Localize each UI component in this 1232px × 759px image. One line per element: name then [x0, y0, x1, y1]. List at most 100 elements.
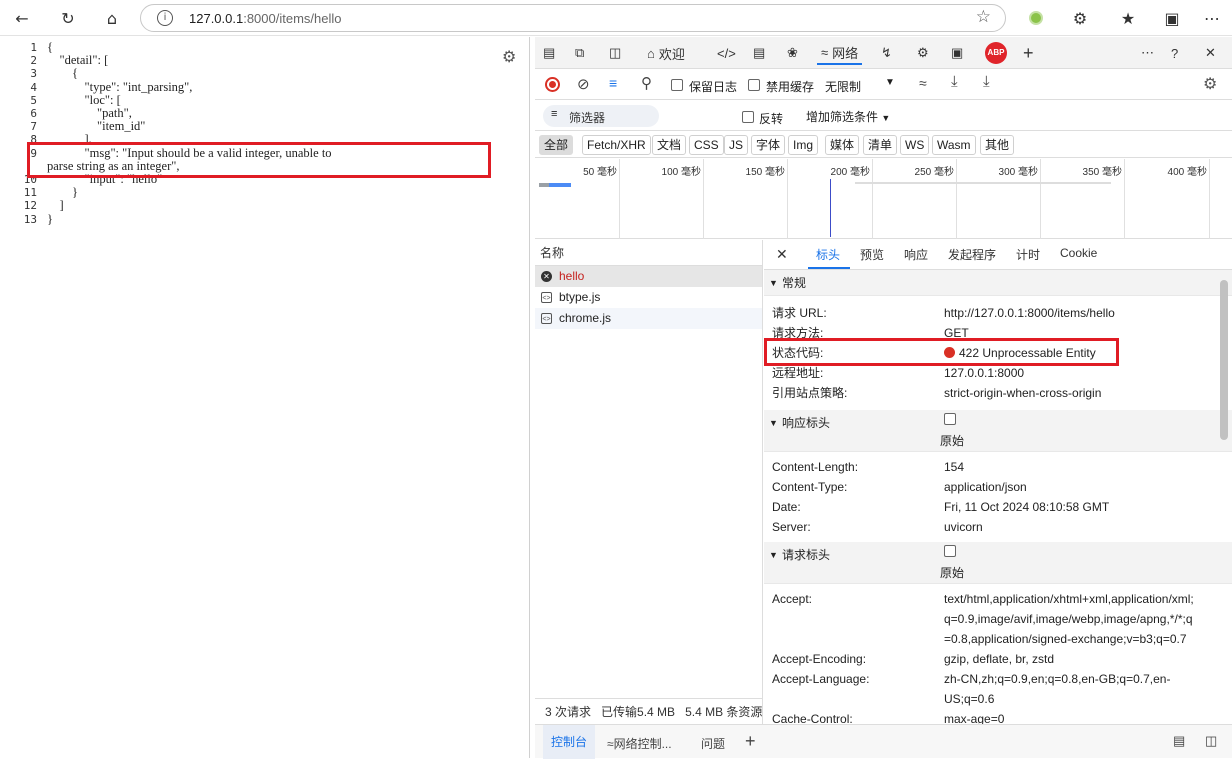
adblock-icon[interactable]: ABP	[985, 41, 1007, 65]
type-font[interactable]: 字体	[751, 135, 786, 155]
sidebar-icon[interactable]: ◫	[609, 41, 621, 65]
profile-status-icon[interactable]	[1024, 6, 1048, 30]
address-bar[interactable]: i 127.0.0.1:8000/items/hello ☆	[140, 4, 1006, 32]
tab-cookie[interactable]: Cookie	[1060, 246, 1097, 260]
raw-checkbox[interactable]	[944, 413, 956, 425]
type-js[interactable]: JS	[724, 135, 749, 155]
code-line: {	[47, 66, 78, 81]
raw-checkbox[interactable]	[944, 545, 956, 557]
filter-input[interactable]: ≡ 筛选器	[543, 105, 659, 127]
filter-icon[interactable]: ≡	[609, 75, 617, 91]
tab-console[interactable]: 控制台	[543, 725, 595, 759]
memory-icon[interactable]: ⚙	[917, 41, 929, 65]
timeline-tick	[703, 159, 704, 239]
header-row-cont: q=0.9,image/avif,image/webp,image/apng,*…	[944, 612, 1193, 626]
type-all[interactable]: 全部	[539, 135, 574, 155]
application-icon[interactable]: ▣	[951, 41, 963, 65]
gear-icon[interactable]: ⚙	[502, 47, 522, 67]
add-tab-icon[interactable]: +	[1023, 41, 1034, 65]
highlight-status	[764, 338, 1119, 366]
header-row: Accept-Language: zh-CN,zh;q=0.9,en;q=0.8,…	[772, 672, 1171, 686]
tab-response[interactable]: 响应	[904, 246, 928, 263]
help-icon[interactable]: ?	[1171, 41, 1178, 65]
type-media[interactable]: 媒体	[825, 135, 860, 155]
preserve-log-checkbox[interactable]	[671, 79, 683, 91]
scrollbar-thumb[interactable]	[1220, 280, 1228, 440]
record-icon[interactable]	[545, 77, 560, 92]
response-headers-section[interactable]: ▼ 响应标头 原始	[764, 410, 1232, 452]
upload-icon[interactable]: ⤓	[951, 73, 958, 90]
undock-icon[interactable]: ◫	[1205, 733, 1217, 749]
type-img[interactable]: Img	[788, 135, 819, 155]
general-section-header[interactable]: ▼ 常规	[764, 270, 1232, 296]
type-other[interactable]: 其他	[980, 135, 1015, 155]
network-timeline: 50 毫秒 100 毫秒 150 毫秒 200 毫秒 250 毫秒 300 毫秒…	[535, 159, 1232, 239]
close-icon[interactable]: ✕	[1205, 41, 1216, 65]
favorites-icon[interactable]: ★	[1116, 6, 1140, 30]
type-css[interactable]: CSS	[689, 135, 724, 155]
add-tab-icon[interactable]: +	[745, 731, 756, 752]
tab-timing[interactable]: 计时	[1016, 246, 1040, 263]
bug-icon[interactable]: ❀	[787, 41, 798, 65]
more-filters-button[interactable]: 增加筛选条件 ▼	[806, 108, 890, 125]
refresh-icon[interactable]: ↻	[56, 6, 80, 30]
request-row-chrome[interactable]: <> chrome.js	[535, 308, 762, 329]
inspect-icon[interactable]: ⧉	[575, 41, 584, 65]
gear-icon[interactable]: ⚙	[1203, 74, 1217, 94]
line-number: 2	[30, 54, 37, 68]
chevron-down-icon[interactable]: ▼	[885, 77, 895, 88]
type-fetch-xhr[interactable]: Fetch/XHR	[582, 135, 651, 155]
browser-toolbar: ← ↻ ⌂ i 127.0.0.1:8000/items/hello ☆ ⚙ ★…	[0, 0, 1232, 36]
tab-issues[interactable]: 问题	[701, 735, 725, 752]
detail-scrollbar[interactable]	[1218, 270, 1230, 720]
info-icon[interactable]: i	[157, 10, 173, 26]
network-conditions-icon[interactable]: ≈	[919, 75, 927, 91]
type-ws[interactable]: WS	[900, 135, 930, 155]
close-icon[interactable]: ✕	[776, 246, 788, 263]
download-icon[interactable]: ⤓	[983, 73, 990, 90]
header-row: Date: Fri, 11 Oct 2024 08:10:58 GMT	[772, 500, 1110, 514]
more-icon[interactable]: ⋯	[1141, 41, 1154, 65]
home-icon: ⌂	[647, 45, 655, 61]
clear-icon[interactable]: ⊘	[577, 75, 590, 93]
json-viewer: 1{2 "detail": [3 {4 "type": "int_parsing…	[0, 37, 530, 758]
timeline-label: 150 毫秒	[745, 167, 785, 178]
line-number: 3	[30, 67, 37, 81]
search-icon[interactable]: ⚲	[641, 74, 652, 92]
request-summary: 3 次请求 已传输5.4 MB 5.4 MB 条资源	[535, 698, 763, 724]
disable-cache-label: 禁用缓存	[766, 80, 815, 94]
elements-icon[interactable]: </>	[717, 41, 736, 65]
script-icon: <>	[541, 292, 552, 303]
more-icon[interactable]: ⋯	[1200, 6, 1224, 30]
tab-network-conditions[interactable]: ≈网络控制...	[607, 735, 672, 752]
collections-icon[interactable]: ▣	[1160, 6, 1184, 30]
device-icon[interactable]: ▤	[543, 41, 555, 65]
tab-welcome[interactable]: ⌂ 欢迎	[647, 41, 685, 65]
home-icon[interactable]: ⌂	[100, 6, 124, 30]
console-icon[interactable]: ▤	[753, 41, 765, 65]
tab-initiator[interactable]: 发起程序	[948, 246, 996, 263]
timeline-tick	[956, 159, 957, 239]
tab-headers[interactable]: 标头	[816, 246, 840, 263]
type-doc[interactable]: 文档	[652, 135, 687, 155]
header-row: Content-Type: application/json	[772, 480, 1027, 494]
request-headers-section[interactable]: ▼ 请求标头 原始	[764, 542, 1232, 584]
tab-network[interactable]: ≈ 网络	[817, 41, 863, 65]
throttle-select[interactable]: 无限制	[825, 78, 861, 95]
tab-preview[interactable]: 预览	[860, 246, 884, 263]
collapse-icon: ▼	[769, 418, 778, 428]
dock-icon[interactable]: ▤	[1173, 733, 1185, 749]
script-icon: <>	[541, 313, 552, 324]
request-row-hello[interactable]: ✕ hello	[535, 266, 762, 287]
type-manifest[interactable]: 清单	[863, 135, 898, 155]
invert-label: 反转	[759, 112, 784, 126]
star-icon[interactable]: ☆	[976, 7, 991, 27]
request-row-btype[interactable]: <> btype.js	[535, 287, 762, 308]
back-icon[interactable]: ←	[10, 6, 34, 30]
extension-icon[interactable]: ⚙	[1068, 6, 1092, 30]
invert-checkbox[interactable]	[742, 111, 754, 123]
type-wasm[interactable]: Wasm	[932, 135, 976, 155]
name-column-header[interactable]: 名称	[535, 240, 762, 266]
disable-cache-checkbox[interactable]	[748, 79, 760, 91]
performance-icon[interactable]: ↯	[881, 41, 892, 65]
